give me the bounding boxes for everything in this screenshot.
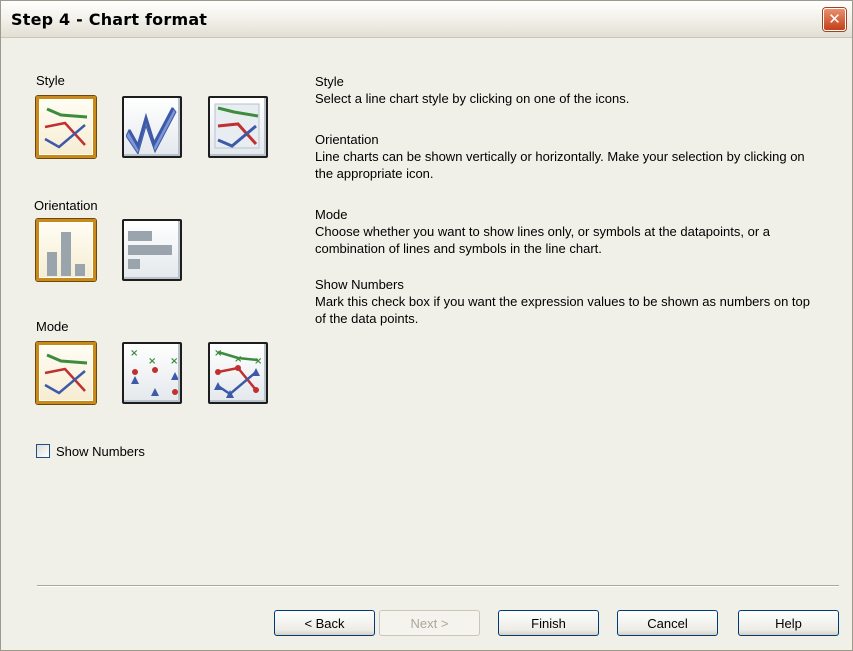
style-help-text: Select a line chart style by clicking on… [315, 91, 630, 106]
orientation-help: Orientation Line charts can be shown ver… [315, 131, 815, 182]
numbers-help: Show Numbers Mark this check box if you … [315, 276, 815, 327]
show-numbers-checkbox[interactable] [36, 444, 50, 458]
numbers-help-text: Mark this check box if you want the expr… [315, 294, 810, 326]
show-numbers-label[interactable]: Show Numbers [56, 444, 145, 459]
mode-lines-button[interactable] [36, 342, 96, 404]
mode-help: Mode Choose whether you want to show lin… [315, 206, 815, 257]
mode-help-text: Choose whether you want to show lines on… [315, 224, 771, 256]
style-help-title: Style [315, 74, 344, 89]
button-separator [37, 585, 839, 587]
style-ribbon-line-button[interactable] [122, 96, 182, 158]
orientation-horizontal-button[interactable] [122, 219, 182, 281]
finish-button[interactable]: Finish [498, 610, 599, 636]
style-label: Style [36, 73, 65, 88]
close-icon: ✕ [828, 10, 841, 28]
svg-text:×: × [254, 356, 262, 367]
numbers-help-title: Show Numbers [315, 277, 404, 292]
next-button[interactable]: Next > [379, 610, 480, 636]
style-box-line-icon [214, 103, 260, 149]
style-ribbon-line-icon [126, 107, 177, 154]
style-flat-line-icon [44, 107, 88, 149]
svg-text:×: × [234, 354, 242, 365]
back-button[interactable]: < Back [274, 610, 375, 636]
mode-label: Mode [36, 319, 69, 334]
svg-text:×: × [130, 348, 138, 359]
style-box-line-button[interactable] [208, 96, 268, 158]
help-button[interactable]: Help [738, 610, 839, 636]
title-bar[interactable]: Step 4 - Chart format ✕ [1, 1, 852, 38]
mode-lines-symbols-icon: × × × [214, 348, 262, 398]
orientation-vertical-button[interactable] [36, 219, 96, 281]
orientation-help-text: Line charts can be shown vertically or h… [315, 149, 805, 181]
svg-text:×: × [214, 348, 222, 359]
orientation-help-title: Orientation [315, 132, 379, 147]
mode-help-title: Mode [315, 207, 348, 222]
horizontal-bars-icon [128, 231, 172, 269]
vertical-bars-icon [47, 232, 85, 276]
close-button[interactable]: ✕ [823, 8, 846, 31]
chart-format-dialog: Step 4 - Chart format ✕ Style Orientatio… [0, 0, 853, 651]
dialog-title: Step 4 - Chart format [11, 10, 208, 29]
mode-lines-icon [44, 353, 88, 395]
mode-symbols-icon: × × × [130, 348, 178, 396]
style-flat-line-button[interactable] [36, 96, 96, 158]
style-help: Style Select a line chart style by click… [315, 73, 815, 107]
cancel-button[interactable]: Cancel [617, 610, 718, 636]
orientation-label: Orientation [34, 198, 98, 213]
svg-text:×: × [170, 356, 178, 367]
mode-symbols-button[interactable]: × × × [122, 342, 182, 404]
mode-lines-symbols-button[interactable]: × × × [208, 342, 268, 404]
svg-text:×: × [148, 356, 156, 367]
